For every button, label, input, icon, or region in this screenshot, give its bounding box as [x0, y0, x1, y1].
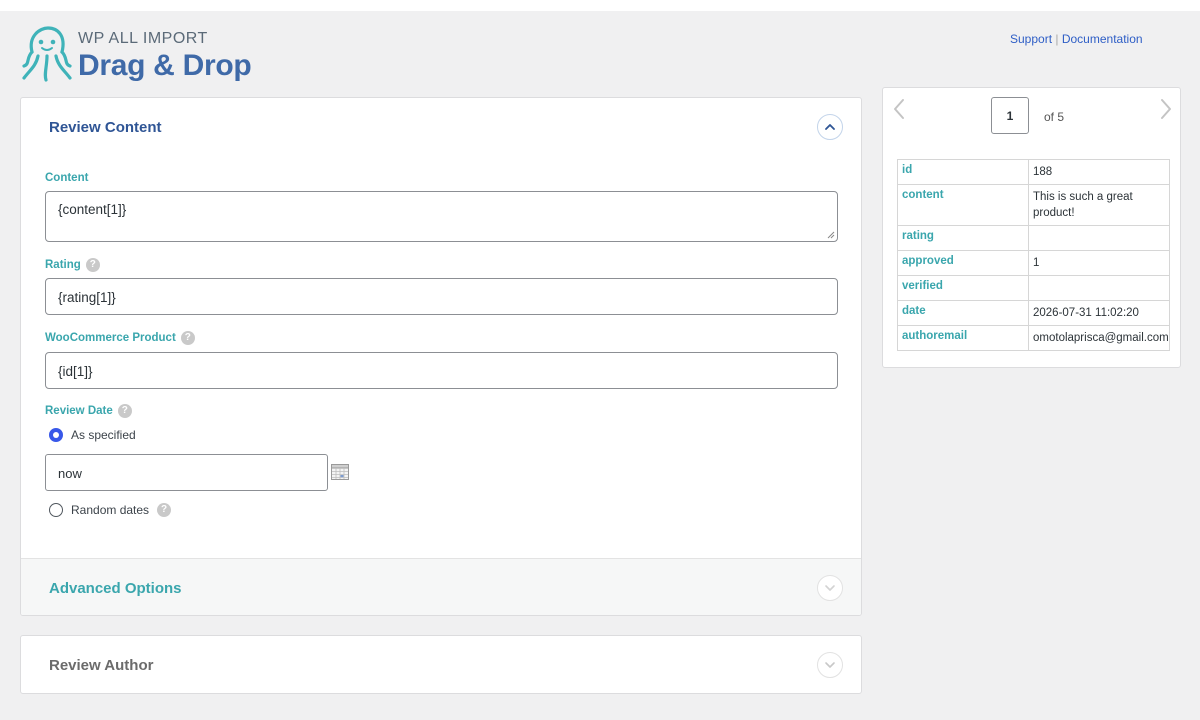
table-row: date 2026-07-31 11:02:20	[897, 300, 1170, 326]
link-separator: |	[1055, 32, 1059, 46]
chevron-up-icon	[825, 124, 835, 130]
brand-title: Drag & Drop	[78, 49, 252, 82]
review-content-panel: Review Content Content {content[1]} Rati…	[20, 97, 862, 616]
product-input[interactable]: {id[1]}	[45, 352, 838, 389]
field-key[interactable]: verified	[897, 275, 1029, 301]
date-option-random-label: Random dates	[71, 503, 150, 517]
date-option-specified[interactable]: As specified	[49, 428, 136, 442]
field-key[interactable]: approved	[897, 250, 1029, 276]
review-author-panel[interactable]: Review Author	[20, 635, 862, 694]
top-strip	[0, 0, 1200, 11]
rating-value: {rating[1]}	[58, 290, 116, 305]
table-row: content This is such a great product!	[897, 184, 1170, 226]
table-row: verified	[897, 275, 1170, 301]
review-content-title[interactable]: Review Content	[49, 119, 162, 136]
field-value[interactable]: 2026-07-31 11:02:20	[1028, 300, 1170, 326]
product-label: WooCommerce Product ?	[45, 331, 195, 345]
date-option-random[interactable]: Random dates ?	[49, 503, 172, 517]
review-author-title[interactable]: Review Author	[49, 657, 153, 674]
product-value: {id[1]}	[58, 364, 93, 379]
top-links: Support | Documentation	[1010, 32, 1143, 46]
table-row: rating	[897, 225, 1170, 251]
radio-unselected-icon[interactable]	[49, 503, 63, 517]
field-value[interactable]: omotolaprisca@gmail.com	[1028, 325, 1170, 351]
date-value: now	[58, 466, 82, 481]
previous-record-icon[interactable]	[892, 98, 906, 120]
field-value[interactable]	[1028, 275, 1170, 301]
documentation-link[interactable]: Documentation	[1062, 32, 1143, 46]
advanced-options-section[interactable]: Advanced Options	[21, 558, 861, 615]
date-option-specified-label: As specified	[71, 428, 136, 442]
field-key[interactable]: authoremail	[897, 325, 1029, 351]
calendar-icon[interactable]	[331, 464, 349, 480]
rating-help-icon[interactable]: ?	[85, 258, 100, 272]
advanced-expand-button[interactable]	[817, 575, 843, 601]
next-record-icon[interactable]	[1159, 98, 1173, 120]
review-date-help-icon[interactable]: ?	[117, 404, 132, 418]
rating-label: Rating ?	[45, 258, 100, 272]
field-value[interactable]: This is such a great product!	[1028, 184, 1170, 226]
field-key[interactable]: id	[897, 159, 1029, 185]
chevron-down-icon	[825, 662, 835, 668]
chevron-down-icon	[825, 585, 835, 591]
rating-input[interactable]: {rating[1]}	[45, 278, 838, 315]
content-textarea[interactable]: {content[1]}	[45, 191, 838, 242]
field-value[interactable]: 188	[1028, 159, 1170, 185]
record-table: id 188 content This is such a great prod…	[897, 159, 1170, 351]
content-label: Content	[45, 172, 88, 184]
rating-label-text: Rating	[45, 259, 81, 271]
field-value[interactable]	[1028, 225, 1170, 251]
field-key[interactable]: content	[897, 184, 1029, 226]
product-label-text: WooCommerce Product	[45, 332, 176, 344]
octopus-icon	[22, 26, 72, 82]
record-count: of 5	[1044, 110, 1065, 124]
random-dates-help-icon[interactable]: ?	[157, 503, 172, 517]
resize-handle-icon[interactable]	[827, 231, 835, 239]
advanced-options-title[interactable]: Advanced Options	[49, 580, 182, 597]
table-row: authoremail omotolaprisca@gmail.com	[897, 325, 1170, 351]
radio-selected-icon[interactable]	[49, 428, 63, 442]
date-input[interactable]: now	[45, 454, 328, 491]
review-date-label-text: Review Date	[45, 405, 113, 417]
table-row: id 188	[897, 159, 1170, 185]
record-number-input[interactable]: 1	[991, 97, 1029, 134]
author-expand-button[interactable]	[817, 652, 843, 678]
field-value[interactable]: 1	[1028, 250, 1170, 276]
collapse-toggle-button[interactable]	[817, 114, 843, 140]
content-label-text: Content	[45, 172, 89, 184]
review-date-label: Review Date ?	[45, 404, 132, 418]
record-preview-panel: 1 of 5 id 188 content This is such a gre…	[882, 87, 1181, 368]
brand-subtitle: WP ALL IMPORT	[78, 30, 208, 47]
product-help-icon[interactable]: ?	[180, 331, 195, 345]
table-row: approved 1	[897, 250, 1170, 276]
support-link[interactable]: Support	[1010, 32, 1052, 46]
content-value: {content[1]}	[58, 202, 127, 217]
field-key[interactable]: rating	[897, 225, 1029, 251]
field-key[interactable]: date	[897, 300, 1029, 326]
